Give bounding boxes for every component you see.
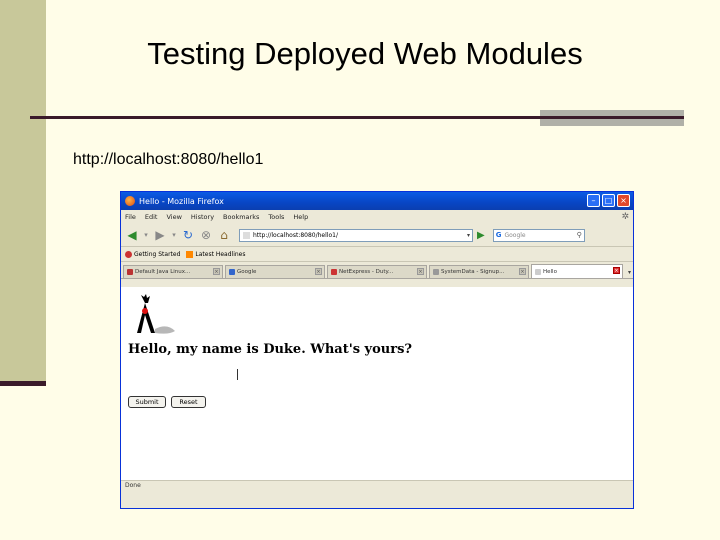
tab-close-icon[interactable]: × (417, 268, 424, 275)
menu-view[interactable]: View (166, 213, 181, 221)
greeting-text: Hello, my name is Duke. What's yours? (128, 342, 413, 357)
tab-favicon (127, 269, 133, 275)
tab-java-linux[interactable]: Default Java Linux... × (123, 265, 223, 278)
tab-label: Hello (543, 268, 557, 275)
url-caption: http://localhost:8080/hello1 (73, 151, 264, 168)
search-icon[interactable]: ⚲ (577, 231, 582, 239)
tab-bar: Default Java Linux... × Google × NetExpr… (121, 262, 633, 279)
address-bar[interactable]: http://localhost:8080/hello1/ ▾ (239, 228, 473, 242)
forward-arrow-icon[interactable]: ▶ (153, 228, 167, 242)
submit-button[interactable]: Submit (128, 396, 166, 408)
reload-icon[interactable]: ↻ (181, 228, 195, 242)
menu-edit[interactable]: Edit (145, 213, 158, 221)
slide-title: Testing Deployed Web Modules (147, 36, 583, 71)
tab-close-icon[interactable]: × (213, 268, 220, 275)
menu-help[interactable]: Help (293, 213, 308, 221)
tab-favicon (229, 269, 235, 275)
address-dropdown-icon[interactable]: ▾ (467, 232, 470, 239)
rss-feed-icon (186, 250, 194, 258)
status-bar: Done (121, 480, 633, 491)
menu-tools[interactable]: Tools (268, 213, 284, 221)
stop-icon[interactable]: ⊗ (199, 228, 213, 242)
bookmark-getting-started[interactable]: Getting Started (125, 250, 181, 258)
tab-hello[interactable]: Hello × (531, 264, 623, 278)
tab-close-icon[interactable]: × (519, 268, 526, 275)
throbber-icon: ✲ (621, 212, 629, 222)
bookmark-red-icon (125, 250, 132, 258)
tab-close-icon[interactable]: × (613, 267, 620, 274)
firefox-icon (125, 196, 135, 206)
window-controls: – □ × (587, 194, 630, 207)
address-text: http://localhost:8080/hello1/ (253, 231, 338, 239)
menu-file[interactable]: File (125, 213, 136, 221)
duke-mascot-icon (137, 294, 175, 334)
name-input[interactable] (237, 369, 238, 380)
title-rule-accent-line (540, 116, 684, 119)
menu-bookmarks[interactable]: Bookmarks (223, 213, 259, 221)
home-icon[interactable]: ⌂ (217, 228, 231, 242)
tab-favicon (535, 268, 541, 275)
tab-label: Default Java Linux... (135, 269, 191, 275)
bookmark-label: Getting Started (134, 250, 181, 258)
slide-sidebar-accent (0, 381, 46, 386)
search-placeholder: Google (504, 231, 526, 239)
tab-google[interactable]: Google × (225, 265, 325, 278)
menu-bar: File Edit View History Bookmarks Tools H… (121, 210, 633, 224)
close-button[interactable]: × (617, 194, 630, 207)
back-arrow-icon[interactable]: ◀ (125, 228, 139, 242)
tab-systemdata[interactable]: SystemData - Signup... × (429, 265, 529, 278)
bookmarks-toolbar: Getting Started Latest Headlines (121, 247, 633, 262)
bookmark-latest-headlines[interactable]: Latest Headlines (186, 250, 246, 258)
page-content: Hello, my name is Duke. What's yours? Su… (121, 287, 633, 491)
tab-label: Google (237, 269, 257, 275)
maximize-button[interactable]: □ (602, 194, 615, 207)
search-box[interactable]: G Google ⚲ (492, 228, 585, 242)
minimize-button[interactable]: – (587, 194, 600, 207)
tab-label: NetExpress - Duty... (339, 269, 394, 275)
menu-history[interactable]: History (191, 213, 214, 221)
back-dropdown-icon[interactable]: ▾ (143, 231, 149, 239)
reset-button[interactable]: Reset (171, 396, 206, 408)
tab-netexpress[interactable]: NetExpress - Duty... × (327, 265, 427, 278)
tab-scroll-arrow-icon[interactable]: ▾ (628, 269, 631, 276)
navigation-toolbar: ◀ ▾ ▶ ▾ ↻ ⊗ ⌂ http://localhost:8080/hell… (121, 224, 633, 247)
forward-dropdown-icon[interactable]: ▾ (171, 231, 177, 239)
tab-label: SystemData - Signup... (441, 269, 505, 275)
browser-window: Hello - Mozilla Firefox – □ × File Edit … (120, 191, 634, 509)
window-title: Hello - Mozilla Firefox (139, 196, 224, 206)
site-icon (243, 231, 250, 239)
tab-close-icon[interactable]: × (315, 268, 322, 275)
bookmark-label: Latest Headlines (195, 250, 246, 258)
go-arrow-icon[interactable]: ▶ (477, 230, 485, 241)
tab-favicon (433, 269, 439, 275)
tab-favicon (331, 269, 337, 275)
window-titlebar[interactable]: Hello - Mozilla Firefox – □ × (121, 192, 633, 210)
google-logo-icon[interactable]: G (496, 231, 502, 239)
